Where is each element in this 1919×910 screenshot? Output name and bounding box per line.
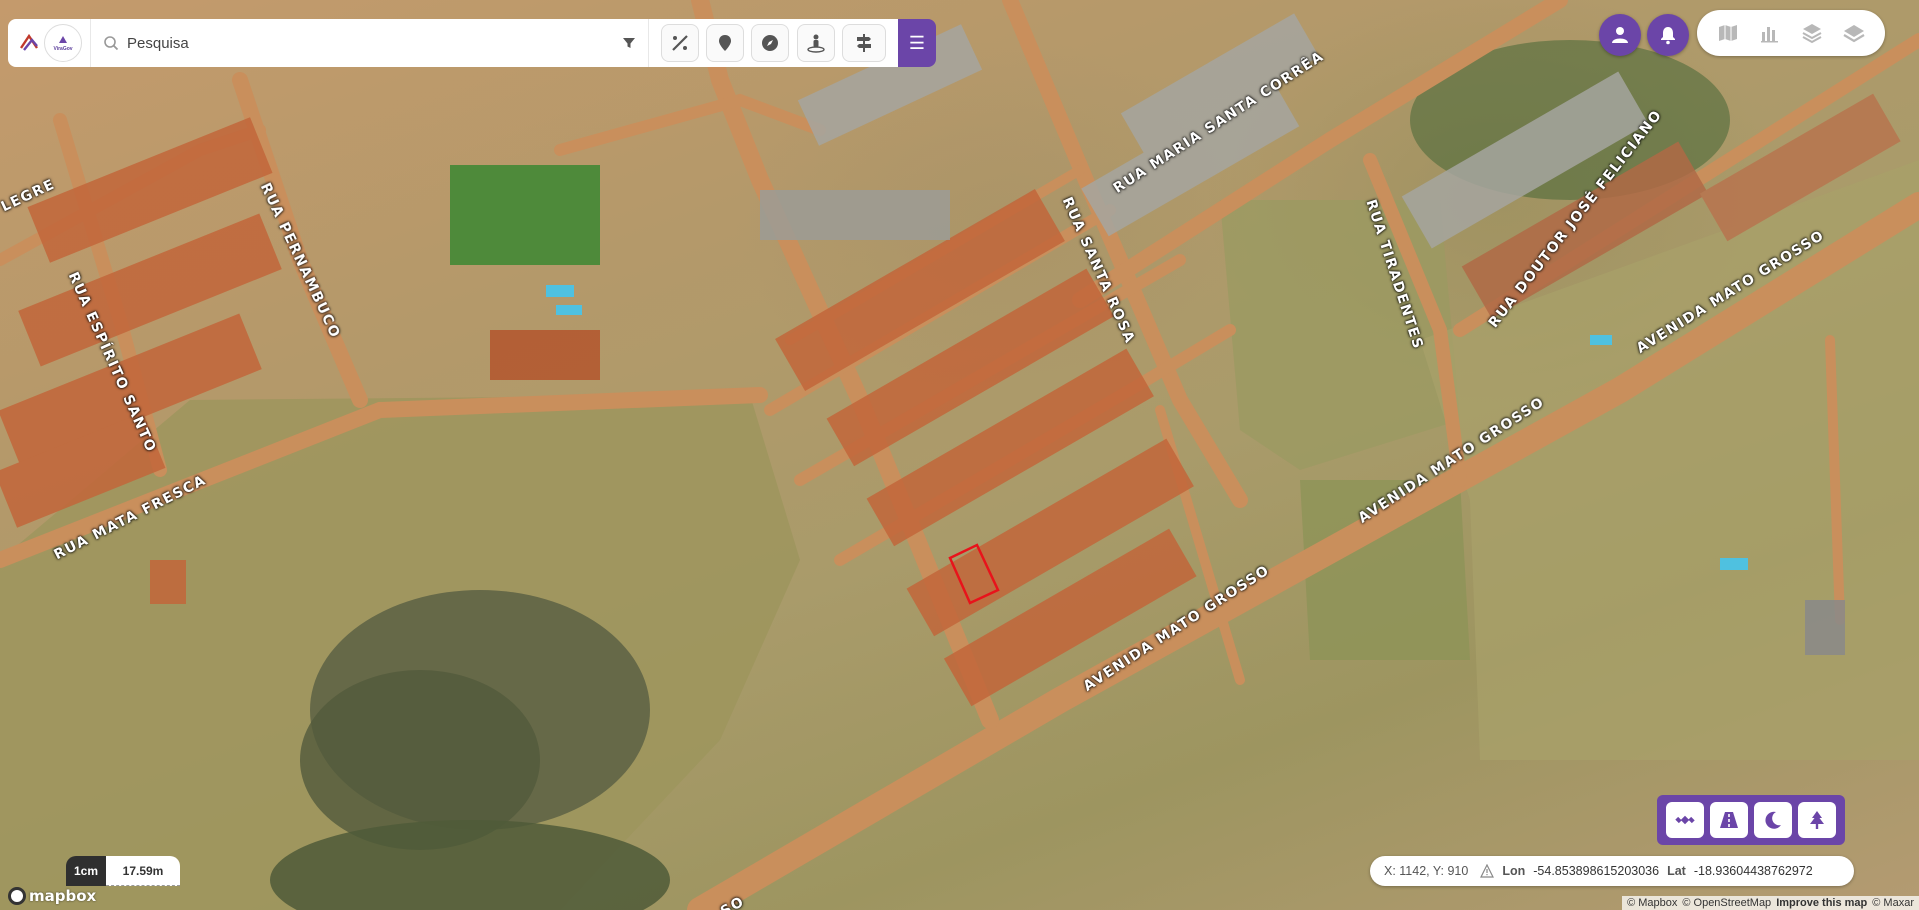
- road-style-button[interactable]: [1710, 802, 1748, 838]
- attribution-maxar-link[interactable]: © Maxar: [1872, 897, 1914, 909]
- base-map-button[interactable]: [1711, 16, 1745, 50]
- search-box: [90, 19, 648, 67]
- user-icon: [1612, 27, 1628, 43]
- dark-style-button[interactable]: [1754, 802, 1792, 838]
- pixel-coordinates: X: 1142, Y: 910: [1384, 864, 1469, 878]
- layers-icon: [1802, 24, 1822, 44]
- app-logo[interactable]: ViraGov: [8, 19, 90, 67]
- compass-icon: [762, 35, 779, 51]
- scale-bar: 1cm 17.59m: [66, 856, 180, 886]
- logo-mark-icon: [20, 33, 38, 51]
- pin-icon: [719, 35, 732, 51]
- marker-button[interactable]: [706, 24, 745, 62]
- road-icon: [1720, 812, 1738, 828]
- satellite-icon: [1675, 815, 1695, 825]
- directions-icon: [857, 34, 872, 52]
- tree-icon: [1810, 811, 1824, 829]
- statistics-button[interactable]: [1753, 16, 1787, 50]
- coordinates-readout: X: 1142, Y: 910 Lon -54.853898615203036 …: [1370, 856, 1854, 886]
- mapbox-logo-text: mapbox: [29, 887, 97, 905]
- bell-icon: [1661, 27, 1675, 45]
- terrain-style-button[interactable]: [1798, 802, 1836, 838]
- filter-icon[interactable]: [622, 36, 636, 50]
- attribution-mapbox-link[interactable]: © Mapbox: [1627, 897, 1677, 909]
- map-canvas[interactable]: RUA MARIA SANTA CORRÊA RUA SANTA ROSA RU…: [0, 0, 1919, 910]
- layers-button[interactable]: [1795, 16, 1829, 50]
- logo-badge-icon: [59, 36, 67, 43]
- directions-button[interactable]: [842, 24, 887, 62]
- latitude-label: Lat: [1667, 864, 1686, 878]
- map-icon: [1719, 25, 1737, 41]
- logo-badge: ViraGov: [44, 24, 82, 62]
- top-toolbar: ViraGov Pesquisa ☰: [8, 19, 936, 67]
- street-view-button[interactable]: [796, 24, 835, 62]
- measure-icon: [671, 35, 688, 51]
- scale-value: 17.59m: [106, 856, 180, 886]
- map-attribution: © Mapbox © OpenStreetMap Improve this ma…: [1622, 896, 1919, 910]
- measure-button[interactable]: [660, 24, 699, 62]
- search-input[interactable]: [127, 34, 622, 52]
- stack-button[interactable]: [1837, 16, 1871, 50]
- longitude-value: -54.853898615203036: [1533, 864, 1660, 878]
- map-tools: [648, 19, 898, 67]
- mapbox-icon: [8, 887, 26, 905]
- scale-unit: 1cm: [66, 856, 106, 886]
- moon-icon: [1765, 811, 1781, 829]
- layer-controls: [1697, 10, 1885, 56]
- logo-text: ViraGov: [53, 46, 73, 52]
- search-icon: [104, 36, 119, 51]
- attribution-osm-link[interactable]: © OpenStreetMap: [1682, 897, 1771, 909]
- bar-chart-icon: [1761, 27, 1778, 43]
- satellite-style-button[interactable]: [1666, 802, 1704, 838]
- warning-icon: [1480, 864, 1495, 878]
- street-view-icon: [807, 34, 825, 53]
- latitude-value: -18.93604438762972: [1693, 864, 1813, 878]
- main-menu-button[interactable]: ☰: [898, 19, 936, 67]
- longitude-label: Lon: [1502, 864, 1526, 878]
- user-button[interactable]: [1599, 14, 1641, 56]
- stack-icon: [1843, 25, 1865, 43]
- mapbox-logo[interactable]: mapbox: [8, 887, 96, 905]
- compass-button[interactable]: [751, 24, 790, 62]
- improve-map-link[interactable]: Improve this map: [1776, 897, 1867, 909]
- map-style-switcher: [1657, 795, 1845, 845]
- notifications-button[interactable]: [1647, 14, 1689, 56]
